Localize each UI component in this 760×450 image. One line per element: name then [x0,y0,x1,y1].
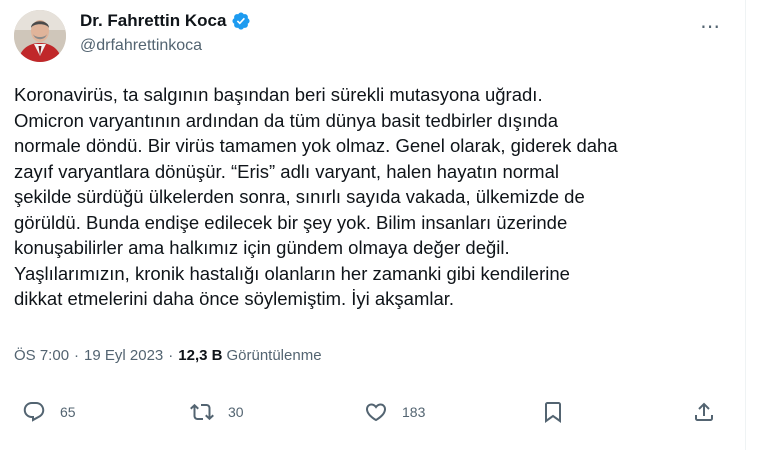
retweet-button[interactable]: 30 [190,400,244,424]
like-button[interactable]: 183 [364,400,425,424]
avatar-image [14,10,66,62]
share-button[interactable] [692,400,716,424]
tweet-meta: ÖS 7:00 · 19 Eyl 2023 · 12,3 B Görüntüle… [14,347,322,364]
reply-button[interactable]: 65 [22,400,76,424]
tweet-text-line: dikkat etmelerini daha önce söylemiştim.… [14,288,455,309]
views-label: Görüntülenme [226,347,322,364]
reply-icon [23,402,45,422]
tweet-card: Dr. Fahrettin Koca @drfahrettinkoca ⋯ Ko… [0,0,745,450]
share-icon [695,402,713,421]
meta-separator: · [168,347,174,364]
tweet-time[interactable]: ÖS 7:00 [14,347,69,364]
author-handle[interactable]: @drfahrettinkoca [80,37,202,55]
tweet-text-line: Yaşlılarımızın, kronik hastalığı olanlar… [14,262,570,284]
tweet-text-line: zayıf varyantlara dönüşür. “Eris” adlı v… [14,160,559,182]
tweet-text-line: normale döndü. Bir virüs tamamen yok olm… [14,135,618,156]
tweet-text-line: görüldü. Bunda endişe edilecek bir şey y… [14,211,568,233]
avatar[interactable] [14,10,66,62]
tweet-text-line: konuşabilirler ama halkımız için gündem … [14,237,510,258]
tweet-text-line: Koronavirüs, ta salgının başından beri s… [14,84,543,105]
author-name[interactable]: Dr. Fahrettin Koca [80,11,226,31]
like-count: 183 [402,404,426,420]
verified-badge-icon [232,12,250,30]
retweet-icon [190,403,214,421]
tweet-text-line: şekilde sürdüğü ülkelerden sonra, sınırl… [14,186,585,207]
more-options-icon[interactable]: ⋯ [700,14,721,39]
author-name-row[interactable]: Dr. Fahrettin Koca [80,11,251,31]
divider [745,0,746,450]
tweet-text-line: Omicron varyantının ardından da tüm düny… [14,109,558,131]
tweet-date[interactable]: 19 Eyl 2023 [84,347,163,364]
bookmark-button[interactable] [541,400,565,424]
views-count: 12,3 B [178,347,223,364]
action-bar: 65 30 183 [0,400,745,430]
bookmark-icon [545,402,561,423]
retweet-count: 30 [228,404,244,420]
tweet-text: Koronavirüs, ta salgının başından beri s… [14,82,726,312]
reply-count: 65 [60,404,76,420]
meta-separator: · [74,347,80,364]
heart-icon [365,403,387,422]
